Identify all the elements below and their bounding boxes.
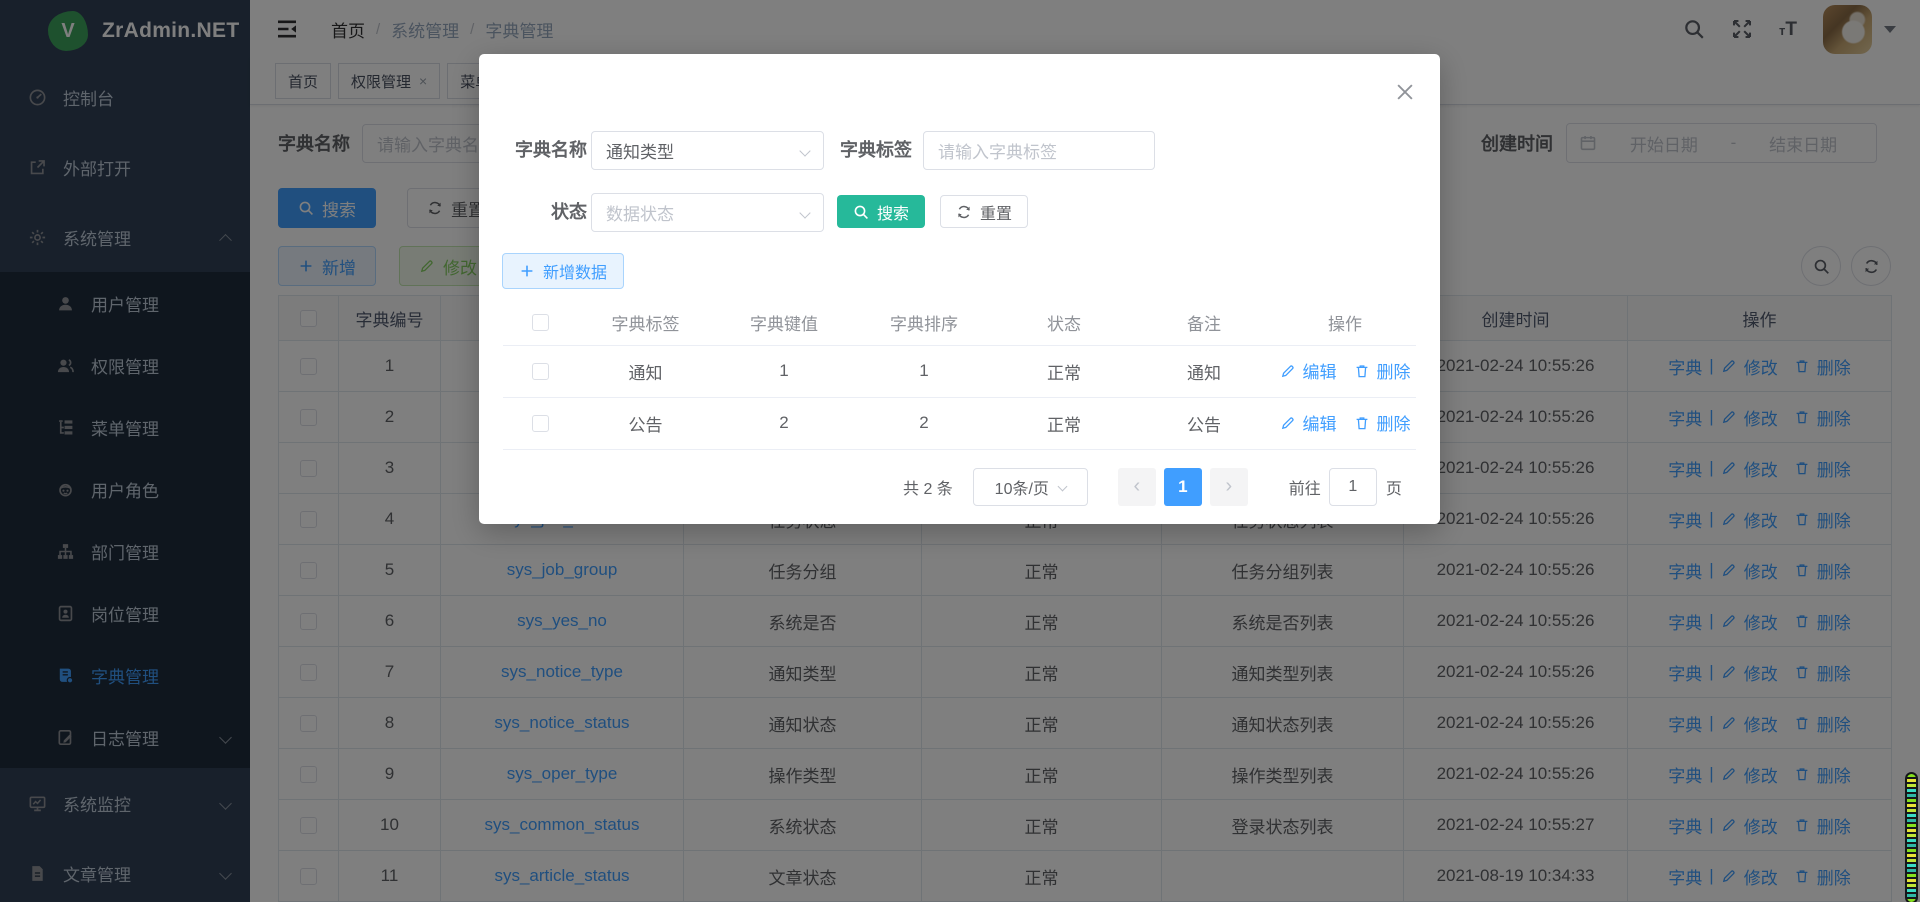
select-value: 10条/页 [995, 475, 1049, 499]
status-cell: 正常 [994, 397, 1134, 449]
dict-label-cell: 通知 [577, 345, 714, 397]
pencil-icon [1280, 415, 1296, 431]
modal-dict-label-input[interactable]: 请输入字典标签 [923, 131, 1155, 170]
row-checkbox[interactable] [532, 415, 549, 432]
close-icon[interactable] [1394, 81, 1416, 103]
dict-data-table: 字典标签 字典键值 字典排序 状态 备注 操作 通知 1 1 正常 通知 [503, 300, 1416, 450]
remark-cell: 公告 [1134, 397, 1274, 449]
dict-sort-cell: 1 [854, 345, 994, 397]
chevron-down-icon [799, 207, 810, 218]
column-header-operations: 操作 [1274, 300, 1416, 345]
row-edit-link[interactable]: 编辑 [1303, 410, 1337, 435]
chevron-down-icon [1057, 482, 1067, 492]
modal-search-button[interactable]: 搜索 [837, 195, 925, 228]
table-row: 公告 2 2 正常 公告 编辑 删除 [503, 397, 1416, 449]
dict-sort-cell: 2 [854, 397, 994, 449]
trash-icon [1354, 415, 1370, 431]
select-value: 通知类型 [606, 138, 674, 163]
table-header-row: 字典标签 字典键值 字典排序 状态 备注 操作 [503, 300, 1416, 345]
row-edit-link[interactable]: 编辑 [1303, 358, 1337, 383]
status-cell: 正常 [994, 345, 1134, 397]
modal-status-select[interactable]: 数据状态 [591, 193, 824, 232]
dict-value-cell: 2 [714, 397, 854, 449]
dict-value-cell: 1 [714, 345, 854, 397]
modal-dict-name-label: 字典名称 [502, 131, 587, 169]
select-placeholder: 数据状态 [606, 200, 674, 225]
pencil-icon [1280, 363, 1296, 379]
input-placeholder: 请输入字典标签 [938, 138, 1057, 163]
dict-data-dialog: 字典名称 通知类型 字典标签 请输入字典标签 状态 数据状态 搜索 重置 新增数… [479, 54, 1440, 524]
goto-label: 前往 [1289, 475, 1321, 499]
pagination: 共 2 条 10条/页 ‹ 1 › 前往 1 页 [503, 467, 1402, 506]
remark-cell: 通知 [1134, 345, 1274, 397]
column-header-dict-sort: 字典排序 [854, 300, 994, 345]
column-header-dict-value: 字典键值 [714, 300, 854, 345]
modal-add-data-button[interactable]: 新增数据 [502, 253, 624, 289]
modal-status-label: 状态 [502, 193, 587, 231]
modal-dict-label-label: 字典标签 [827, 131, 912, 169]
row-delete-link[interactable]: 删除 [1377, 410, 1411, 435]
page-unit-label: 页 [1386, 475, 1402, 499]
search-icon [853, 204, 869, 220]
page-size-select[interactable]: 10条/页 [973, 468, 1088, 506]
row-delete-link[interactable]: 删除 [1377, 358, 1411, 383]
button-label: 搜索 [877, 200, 909, 224]
trash-icon [1354, 363, 1370, 379]
refresh-icon [956, 204, 972, 220]
modal-dict-name-select[interactable]: 通知类型 [591, 131, 824, 170]
button-label: 重置 [980, 200, 1012, 224]
browser-scrollbar-thumb[interactable] [1905, 772, 1918, 902]
button-label: 新增数据 [543, 259, 607, 283]
page-number-1[interactable]: 1 [1164, 468, 1202, 506]
prev-page-button[interactable]: ‹ [1118, 468, 1156, 506]
column-header-status: 状态 [994, 300, 1134, 345]
chevron-down-icon [799, 145, 810, 156]
modal-reset-button[interactable]: 重置 [940, 195, 1028, 228]
next-page-button[interactable]: › [1210, 468, 1248, 506]
select-all-checkbox[interactable] [532, 314, 549, 331]
pagination-total: 共 2 条 [903, 475, 953, 499]
column-header-remark: 备注 [1134, 300, 1274, 345]
column-header-dict-label: 字典标签 [577, 300, 714, 345]
plus-icon [519, 263, 535, 279]
dict-label-cell: 公告 [577, 397, 714, 449]
table-row: 通知 1 1 正常 通知 编辑 删除 [503, 345, 1416, 397]
goto-page-input[interactable]: 1 [1329, 468, 1377, 506]
row-checkbox[interactable] [532, 363, 549, 380]
